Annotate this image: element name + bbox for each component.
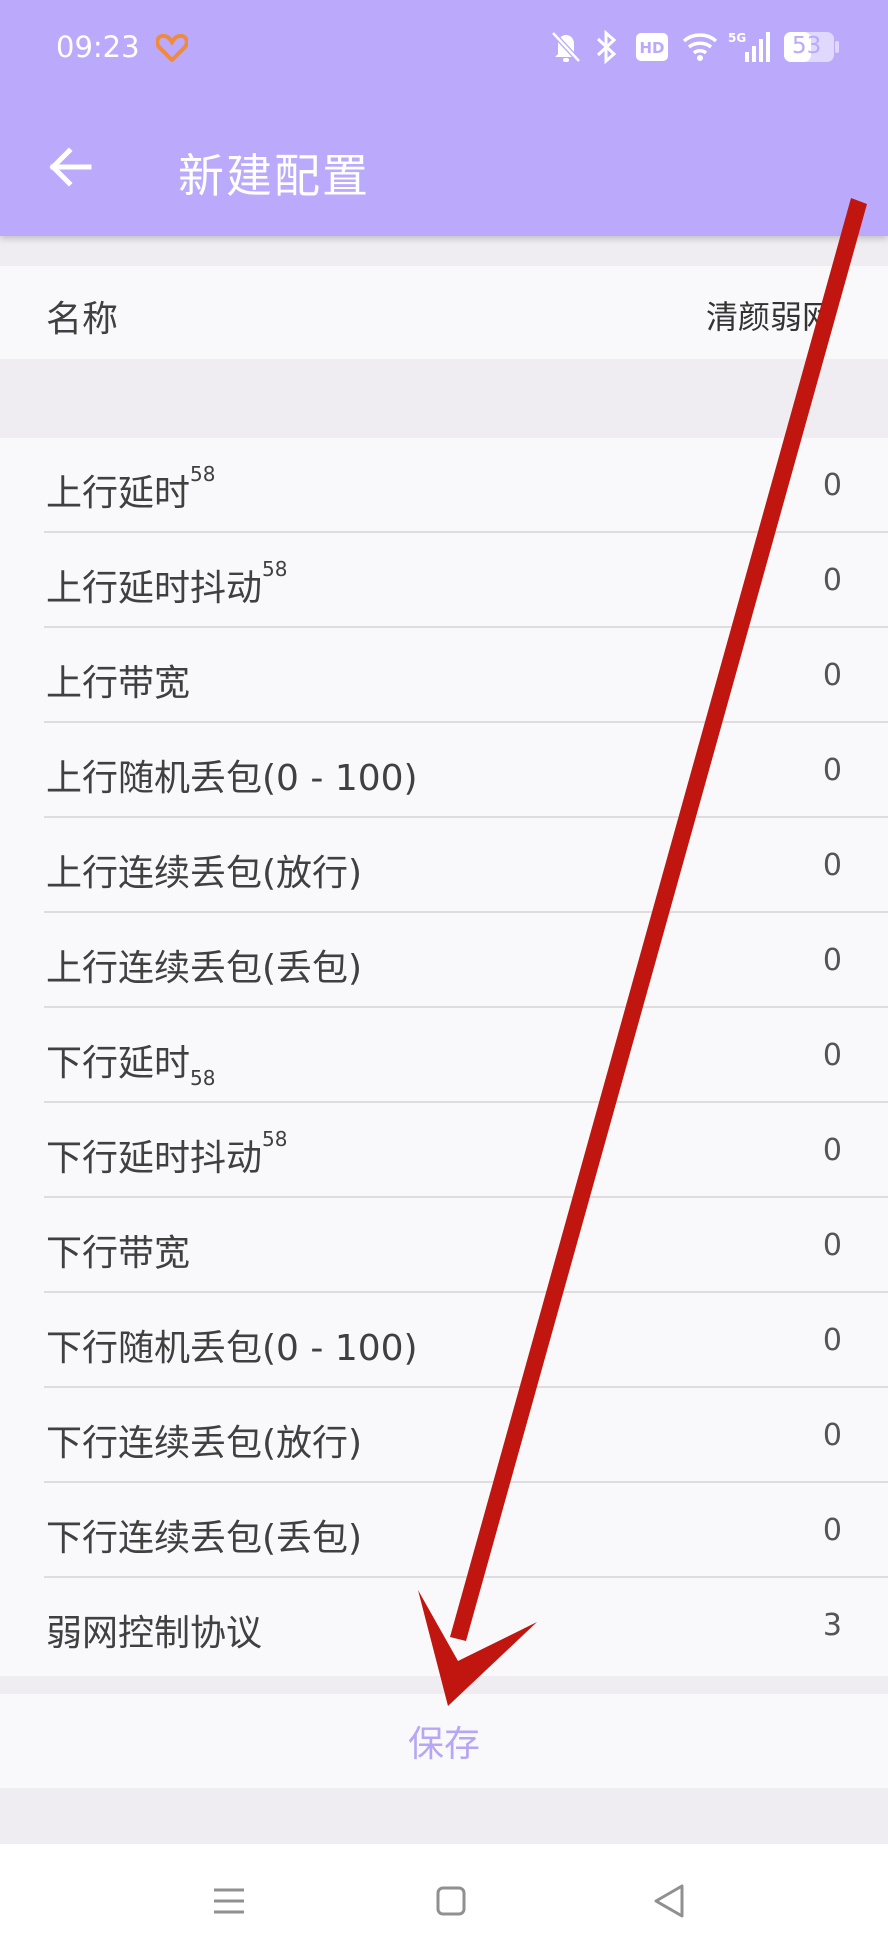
setting-value: 0	[822, 1418, 842, 1453]
setting-label: 下行延时58	[46, 1043, 216, 1090]
back-triangle-icon	[652, 1883, 686, 1923]
setting-row-uplink-random-loss[interactable]: 上行随机丢包(0 - 100) 0	[0, 723, 888, 818]
setting-row-uplink-jitter[interactable]: 上行延时抖动58 0	[0, 533, 888, 628]
setting-label: 上行随机丢包(0 - 100)	[46, 758, 418, 799]
setting-row-downlink-bandwidth[interactable]: 下行带宽 0	[0, 1198, 888, 1293]
setting-label: 上行延时58	[46, 462, 216, 514]
battery-level: 53	[792, 33, 822, 59]
setting-label: 下行连续丢包(丢包)	[46, 1518, 363, 1559]
battery-icon: 53	[784, 32, 840, 66]
toolbar: 新建配置	[0, 110, 888, 230]
setting-value: 0	[822, 753, 842, 788]
setting-row-uplink-burst-pass[interactable]: 上行连续丢包(放行) 0	[0, 818, 888, 913]
svg-text:HD: HD	[639, 39, 664, 57]
back-button[interactable]	[36, 138, 106, 200]
setting-label: 下行延时抖动58	[46, 1127, 288, 1179]
setting-value: 0	[822, 468, 842, 503]
setting-label: 上行连续丢包(丢包)	[46, 948, 363, 989]
app-header: 09:23 HD 5G 53 新建配置	[0, 0, 888, 236]
setting-label: 弱网控制协议	[46, 1613, 263, 1654]
setting-value: 0	[822, 1513, 842, 1548]
home-square-icon	[435, 1885, 467, 1921]
system-nav-bar	[0, 1844, 888, 1954]
setting-label: 上行延时抖动58	[46, 557, 288, 609]
menu-icon	[212, 1886, 246, 1920]
setting-label: 上行带宽	[46, 663, 191, 704]
setting-row-uplink-burst-drop[interactable]: 上行连续丢包(丢包) 0	[0, 913, 888, 1008]
heart-icon	[155, 33, 189, 66]
name-row[interactable]: 名称 清颜弱网	[0, 266, 888, 359]
status-time: 09:23	[56, 30, 140, 64]
setting-value: 0	[822, 848, 842, 883]
home-button[interactable]	[426, 1880, 476, 1926]
save-button[interactable]: 保存	[0, 1694, 888, 1788]
hd-icon: HD	[636, 33, 668, 65]
bell-muted-icon	[550, 30, 582, 68]
setting-label: 下行随机丢包(0 - 100)	[46, 1328, 418, 1369]
signal-5g-icon: 5G	[728, 30, 774, 68]
setting-row-downlink-burst-pass[interactable]: 下行连续丢包(放行) 0	[0, 1388, 888, 1483]
setting-value: 0	[822, 1228, 842, 1263]
setting-value: 0	[822, 1133, 842, 1168]
setting-label: 下行连续丢包(放行)	[46, 1423, 363, 1464]
setting-row-downlink-jitter[interactable]: 下行延时抖动58 0	[0, 1103, 888, 1198]
back-nav-button[interactable]	[644, 1880, 694, 1926]
setting-row-downlink-random-loss[interactable]: 下行随机丢包(0 - 100) 0	[0, 1293, 888, 1388]
setting-label: 下行带宽	[46, 1233, 191, 1274]
status-bar: 09:23 HD 5G 53	[0, 0, 888, 100]
setting-value: 0	[822, 1038, 842, 1073]
name-label: 名称	[46, 299, 119, 340]
arrow-left-icon	[49, 147, 93, 191]
setting-row-uplink-bandwidth[interactable]: 上行带宽 0	[0, 628, 888, 723]
setting-value: 3	[822, 1608, 842, 1643]
setting-value: 0	[822, 658, 842, 693]
setting-row-uplink-delay[interactable]: 上行延时58 0	[0, 438, 888, 533]
setting-value: 0	[822, 1323, 842, 1358]
save-area: 保存	[0, 1694, 888, 1788]
name-value: 清颜弱网	[706, 298, 835, 336]
setting-value: 0	[822, 943, 842, 978]
setting-row-downlink-burst-drop[interactable]: 下行连续丢包(丢包) 0	[0, 1483, 888, 1578]
setting-value: 0	[822, 563, 842, 598]
wifi-icon	[682, 30, 718, 66]
menu-button[interactable]	[204, 1880, 254, 1926]
svg-text:5G: 5G	[728, 31, 746, 45]
setting-row-downlink-delay[interactable]: 下行延时58 0	[0, 1008, 888, 1103]
settings-list: 上行延时58 0 上行延时抖动58 0 上行带宽 0 上行随机丢包(0 - 10…	[0, 438, 888, 1676]
bluetooth-icon	[594, 29, 620, 68]
page-title: 新建配置	[178, 149, 370, 203]
setting-label: 上行连续丢包(放行)	[46, 853, 363, 894]
setting-row-protocol[interactable]: 弱网控制协议 3	[0, 1578, 888, 1673]
